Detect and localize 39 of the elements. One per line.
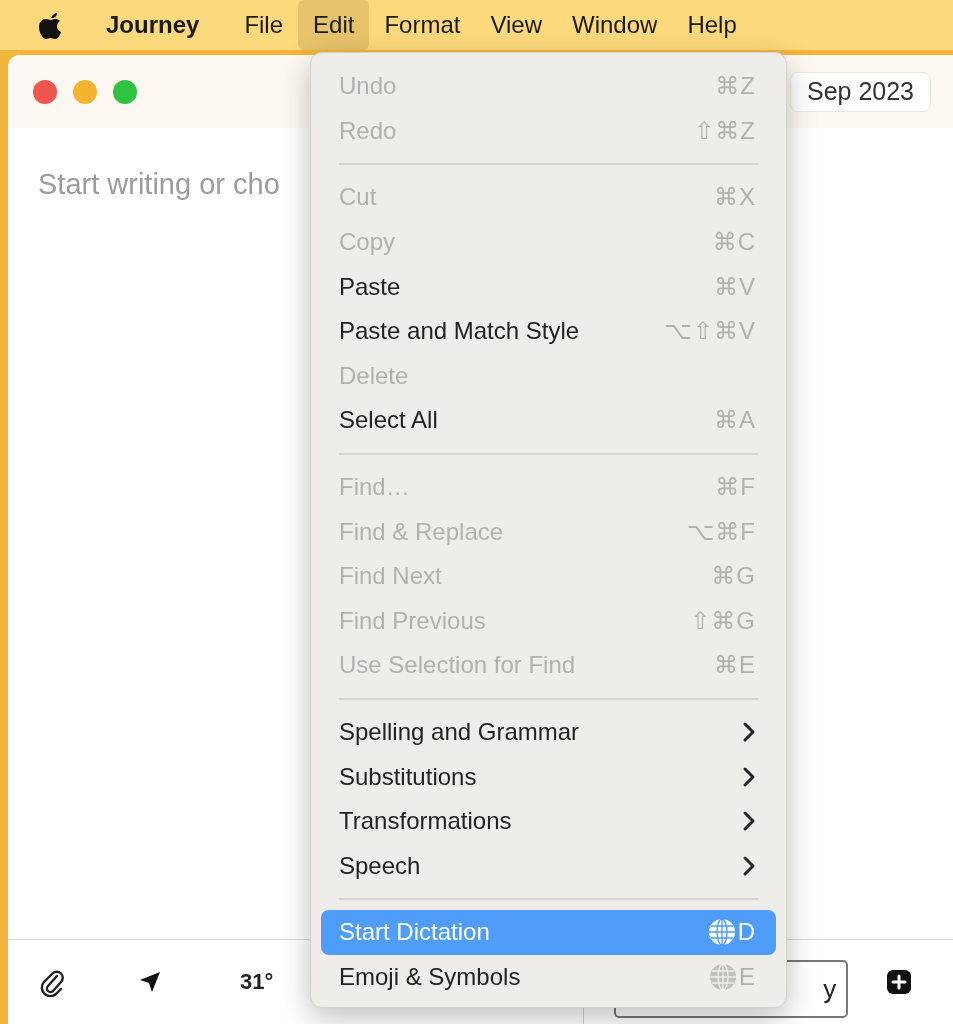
close-button[interactable] — [33, 79, 57, 104]
menu-bar-item[interactable]: Window — [557, 0, 673, 50]
menu-item[interactable]: Paste ⌘V — [321, 264, 776, 309]
menu-item[interactable]: Speech — [321, 843, 776, 889]
plus-square-icon[interactable] — [886, 969, 913, 995]
chevron-right-icon — [742, 854, 756, 877]
chevron-right-icon — [742, 810, 756, 833]
shortcut-label: ⌘X — [714, 183, 756, 212]
globe-icon — [707, 918, 736, 947]
menu-bar-item[interactable]: View — [475, 0, 557, 50]
menu-item[interactable]: Paste and Match Style ⌥⇧⌘V — [321, 308, 776, 354]
date-button[interactable]: Sep 2023 — [789, 71, 931, 112]
shortcut-label: ⌥⇧⌘V — [664, 317, 756, 346]
menu-item[interactable]: Substitutions — [321, 754, 776, 799]
shortcut-label: ⌘Z — [715, 72, 756, 101]
menu-bar-item[interactable]: File — [229, 0, 299, 50]
shortcut-label: ⌘C — [712, 228, 756, 257]
menu-item[interactable]: Select All ⌘A — [321, 398, 776, 443]
menu-item[interactable]: Spelling and Grammar — [321, 709, 776, 755]
menu-bar-item[interactable]: Format — [369, 0, 476, 50]
menu-bar-item[interactable]: Help — [672, 0, 752, 50]
shortcut-label: ⌘E — [714, 651, 756, 680]
menu-item[interactable]: Transformations — [321, 798, 776, 844]
chevron-right-icon — [742, 765, 756, 788]
shortcut-label: E — [739, 963, 756, 991]
apple-logo-icon[interactable] — [38, 10, 64, 40]
location-arrow-icon[interactable] — [138, 970, 162, 994]
shortcut-label: ⌘A — [714, 406, 756, 435]
shortcut-label: ⇧⌘G — [690, 606, 756, 635]
chevron-right-icon — [742, 721, 756, 743]
shortcut-label: ⌘G — [711, 562, 756, 591]
shortcut-label: ⌘V — [714, 272, 756, 301]
menu-bar-item[interactable]: Edit — [298, 0, 370, 50]
shortcut-label: ⌘F — [715, 473, 756, 502]
app-name-menu[interactable]: Journey — [106, 11, 200, 39]
temperature-label: 31° — [240, 969, 274, 995]
globe-icon — [709, 963, 737, 991]
shortcut-label: ⌥⌘F — [686, 517, 756, 546]
menu-item[interactable]: Emoji & Symbols E — [321, 954, 776, 1000]
